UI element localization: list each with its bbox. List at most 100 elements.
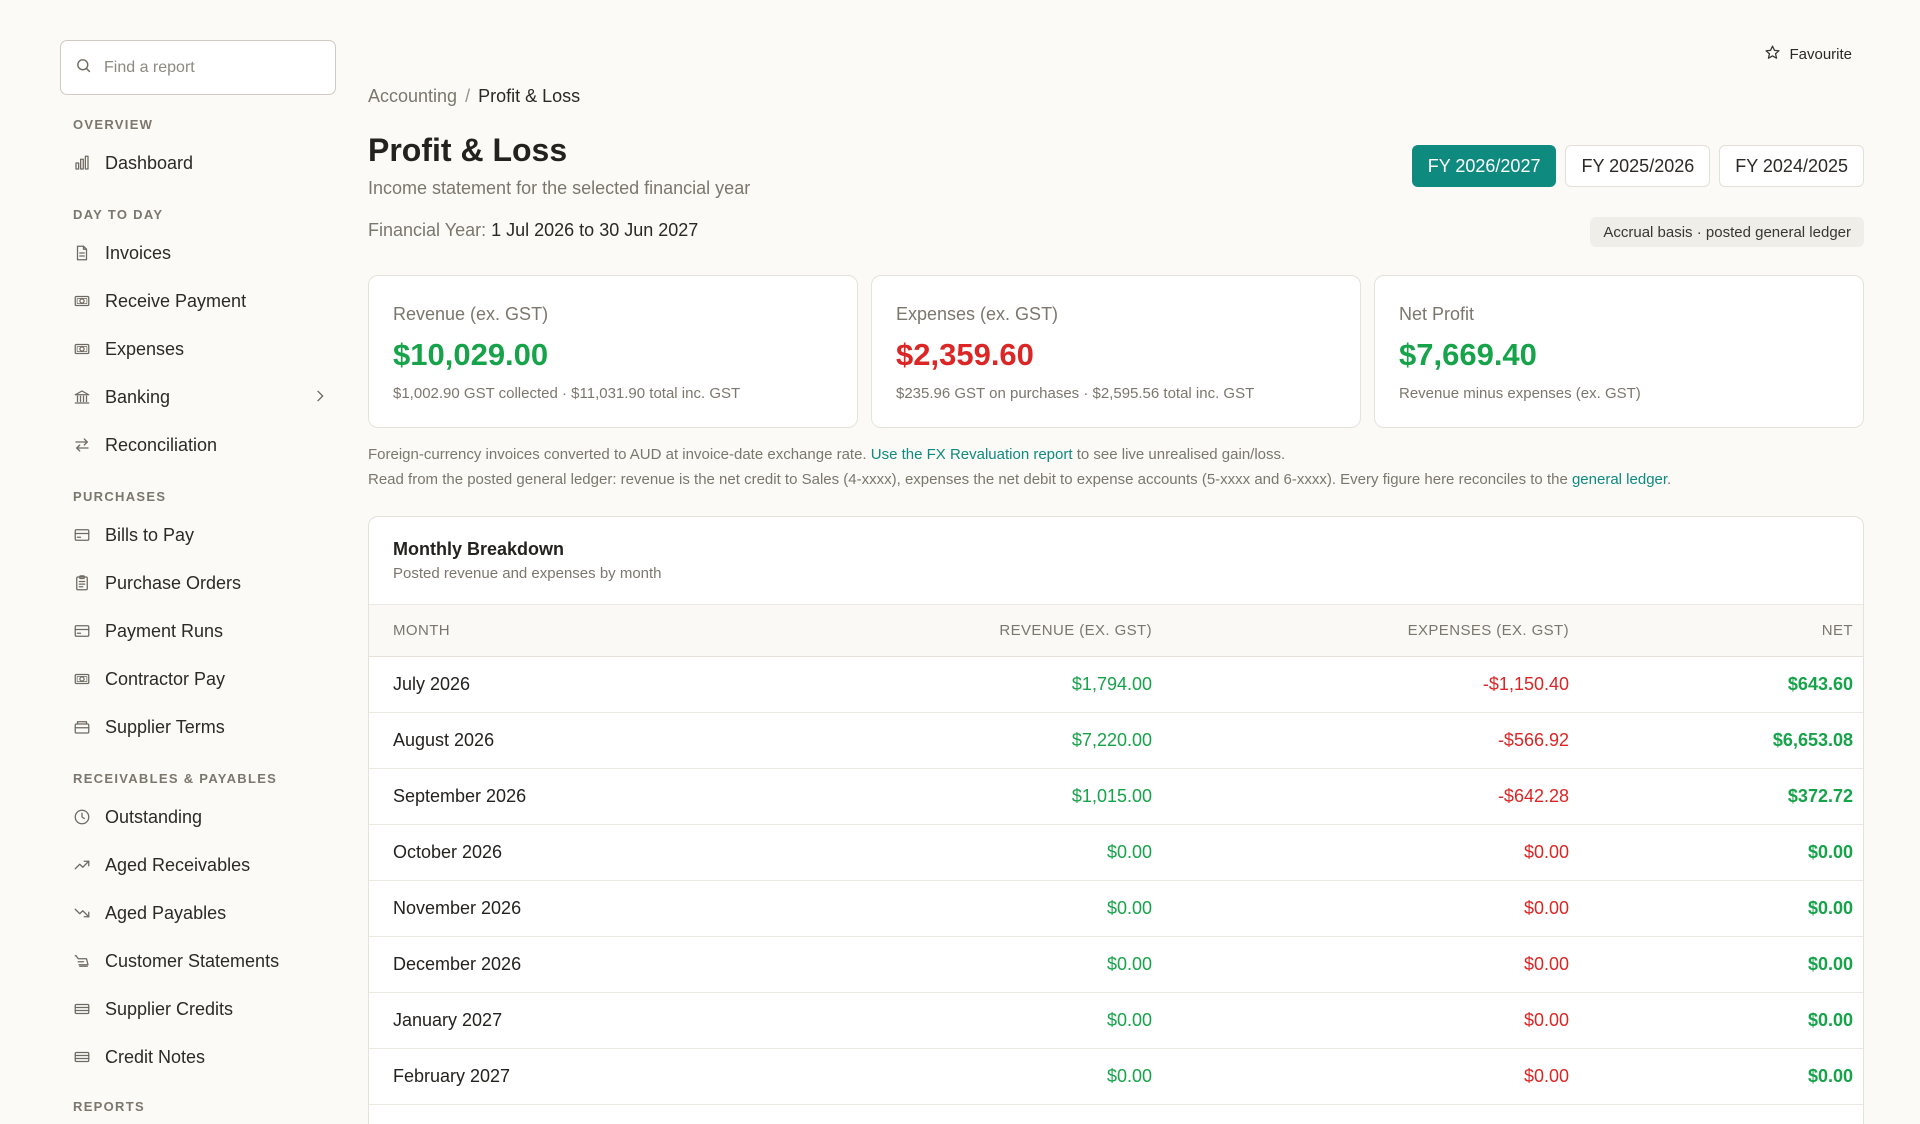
wallet-icon [73, 718, 91, 736]
table-row: January 2027 $0.00 $0.00 $0.00 [369, 993, 1863, 1049]
table-row: August 2026 $7,220.00 -$566.92 $6,653.08 [369, 713, 1863, 769]
financial-year-value: 1 Jul 2026 to 30 Jun 2027 [491, 220, 699, 240]
sidebar-item-supplier-terms[interactable]: Supplier Terms [60, 703, 336, 751]
basis-badge: Accrual basis · posted general ledger [1590, 217, 1864, 247]
sidebar-item-label: Aged Receivables [105, 854, 251, 875]
sidebar-item-invoices[interactable]: Invoices [60, 229, 336, 277]
search-box[interactable] [60, 40, 336, 95]
general-ledger-link[interactable]: general ledger [1572, 471, 1667, 488]
revenue-detail: $1,002.90 GST collected · $11,031.90 tot… [393, 385, 741, 402]
sidebar-item-outstanding[interactable]: Outstanding [60, 793, 336, 841]
month-cell: December 2026 [393, 954, 522, 974]
revenue-cell: $0.00 [1106, 842, 1152, 862]
expenses-cell: -$1,150.40 [1482, 674, 1569, 694]
sidebar-item-credit-notes[interactable]: Credit Notes [60, 1033, 336, 1081]
sidebar-item-customer-statements[interactable]: Customer Statements [60, 937, 336, 985]
sidebar-item-supplier-credits[interactable]: Supplier Credits [60, 985, 336, 1033]
expenses-value: $2,359.60 [896, 337, 1034, 372]
net-cell: $372.72 [1787, 786, 1853, 806]
star-icon [1764, 44, 1781, 65]
revenue-cell: $0.00 [1106, 954, 1152, 974]
card-stack-icon [73, 1048, 91, 1066]
month-cell: July 2026 [393, 674, 471, 694]
favourite-label: Favourite [1789, 46, 1852, 63]
sidebar-item-label: Expenses [105, 338, 185, 359]
sidebar-item-aged-receivables[interactable]: Aged Receivables [60, 841, 336, 889]
expenses-cell: $0.00 [1523, 954, 1569, 974]
net-cell: $6,653.08 [1772, 730, 1853, 750]
sidebar-item-label: Supplier Credits [105, 998, 234, 1019]
expenses-label: Expenses (ex. GST) [896, 304, 1059, 324]
sidebar-item-label: Aged Payables [105, 902, 227, 923]
card-stack-icon [73, 1000, 91, 1018]
table-body: July 2026 $1,794.00 -$1,150.40 $643.60 Augus… [369, 657, 1863, 1105]
sidebar-item-label: Banking [105, 386, 171, 407]
banknote-icon [73, 670, 91, 688]
month-cell: November 2026 [393, 898, 522, 918]
sidebar-section-receivables-and-payables: RECEIVABLES & PAYABLES [73, 771, 278, 786]
fx-note-text: Foreign-currency invoices converted to A… [368, 446, 867, 463]
sidebar-item-banking[interactable]: Banking [60, 373, 336, 421]
revenue-cell: $7,220.00 [1071, 730, 1152, 750]
net-profit-card: Net Profit $7,669.40 Revenue minus expen… [1374, 275, 1864, 428]
sidebar-item-label: Payment Runs [105, 620, 224, 641]
financial-year-prefix: Financial Year: [368, 220, 487, 240]
expenses-cell: $0.00 [1523, 898, 1569, 918]
chevron-right-icon[interactable] [312, 388, 328, 404]
financial-year-range: Financial Year: 1 Jul 2026 to 30 Jun 202… [368, 220, 698, 241]
net-cell: $0.00 [1807, 842, 1853, 862]
breadcrumb-parent[interactable]: Accounting [368, 86, 457, 106]
month-cell: February 2027 [393, 1066, 511, 1086]
net-cell: $0.00 [1807, 1010, 1853, 1030]
sidebar-item-receive-payment[interactable]: Receive Payment [60, 277, 336, 325]
column-header-month: MONTH [393, 622, 450, 639]
breadcrumb: Accounting / Profit & Loss [368, 86, 580, 107]
sidebar-item-dashboard[interactable]: Dashboard [60, 139, 336, 187]
ledger-note-tail: . [1667, 471, 1672, 488]
fx-revaluation-link[interactable]: Use the FX Revaluation report [871, 446, 1073, 463]
net-cell: $0.00 [1807, 1066, 1853, 1086]
credit-card-icon [73, 526, 91, 544]
sidebar: OVERVIEW Dashboard DAY TO DAY Invoices Recei… [60, 40, 336, 1121]
tab-fy-2025-2026[interactable]: FY 2025/2026 [1565, 145, 1711, 187]
search-input[interactable] [104, 58, 335, 77]
sidebar-item-purchase-orders[interactable]: Purchase Orders [60, 559, 336, 607]
tab-fy-2026-2027[interactable]: FY 2026/2027 [1411, 145, 1557, 187]
revenue-cell: $0.00 [1106, 1066, 1152, 1086]
net-cell: $0.00 [1807, 898, 1853, 918]
clipboard-icon [73, 574, 91, 592]
sidebar-nav: OVERVIEW Dashboard DAY TO DAY Invoices Recei… [60, 115, 336, 1117]
sidebar-item-expenses[interactable]: Expenses [60, 325, 336, 373]
revenue-cell: $0.00 [1106, 1010, 1152, 1030]
table-row: October 2026 $0.00 $0.00 $0.00 [369, 825, 1863, 881]
sidebar-item-label: Dashboard [105, 152, 194, 173]
arrows-exchange-icon [73, 436, 91, 454]
column-header-expenses: EXPENSES (EX. GST) [1407, 622, 1569, 639]
tab-fy-2024-2025[interactable]: FY 2024/2025 [1719, 145, 1864, 187]
sidebar-item-label: Contractor Pay [105, 668, 226, 689]
column-header-net: NET [1821, 622, 1853, 639]
table-row: July 2026 $1,794.00 -$1,150.40 $643.60 [369, 657, 1863, 713]
sidebar-item-payment-runs[interactable]: Payment Runs [60, 607, 336, 655]
month-cell: August 2026 [393, 730, 495, 750]
expenses-cell: $0.00 [1523, 1010, 1569, 1030]
month-cell: January 2027 [393, 1010, 503, 1030]
revenue-cell: $1,015.00 [1071, 786, 1152, 806]
revenue-value: $10,029.00 [393, 337, 549, 372]
search-icon [75, 57, 92, 79]
sidebar-item-contractor-pay[interactable]: Contractor Pay [60, 655, 336, 703]
sidebar-item-bills-to-pay[interactable]: Bills to Pay [60, 511, 336, 559]
bank-icon [73, 388, 91, 406]
expenses-cell: -$642.28 [1497, 786, 1569, 806]
sidebar-item-aged-payables[interactable]: Aged Payables [60, 889, 336, 937]
net-profit-label: Net Profit [1399, 304, 1475, 324]
expenses-cell: $0.00 [1523, 1066, 1569, 1086]
bar-chart-icon [73, 154, 91, 172]
net-profit-detail: Revenue minus expenses (ex. GST) [1399, 385, 1641, 402]
sidebar-item-reconciliation[interactable]: Reconciliation [60, 421, 336, 469]
sidebar-item-label: Bills to Pay [105, 524, 195, 545]
net-cell: $643.60 [1787, 674, 1853, 694]
table-row: February 2027 $0.00 $0.00 $0.00 [369, 1049, 1863, 1105]
sidebar-item-label: Receive Payment [105, 290, 247, 311]
favourite-button[interactable]: Favourite [1764, 44, 1852, 65]
